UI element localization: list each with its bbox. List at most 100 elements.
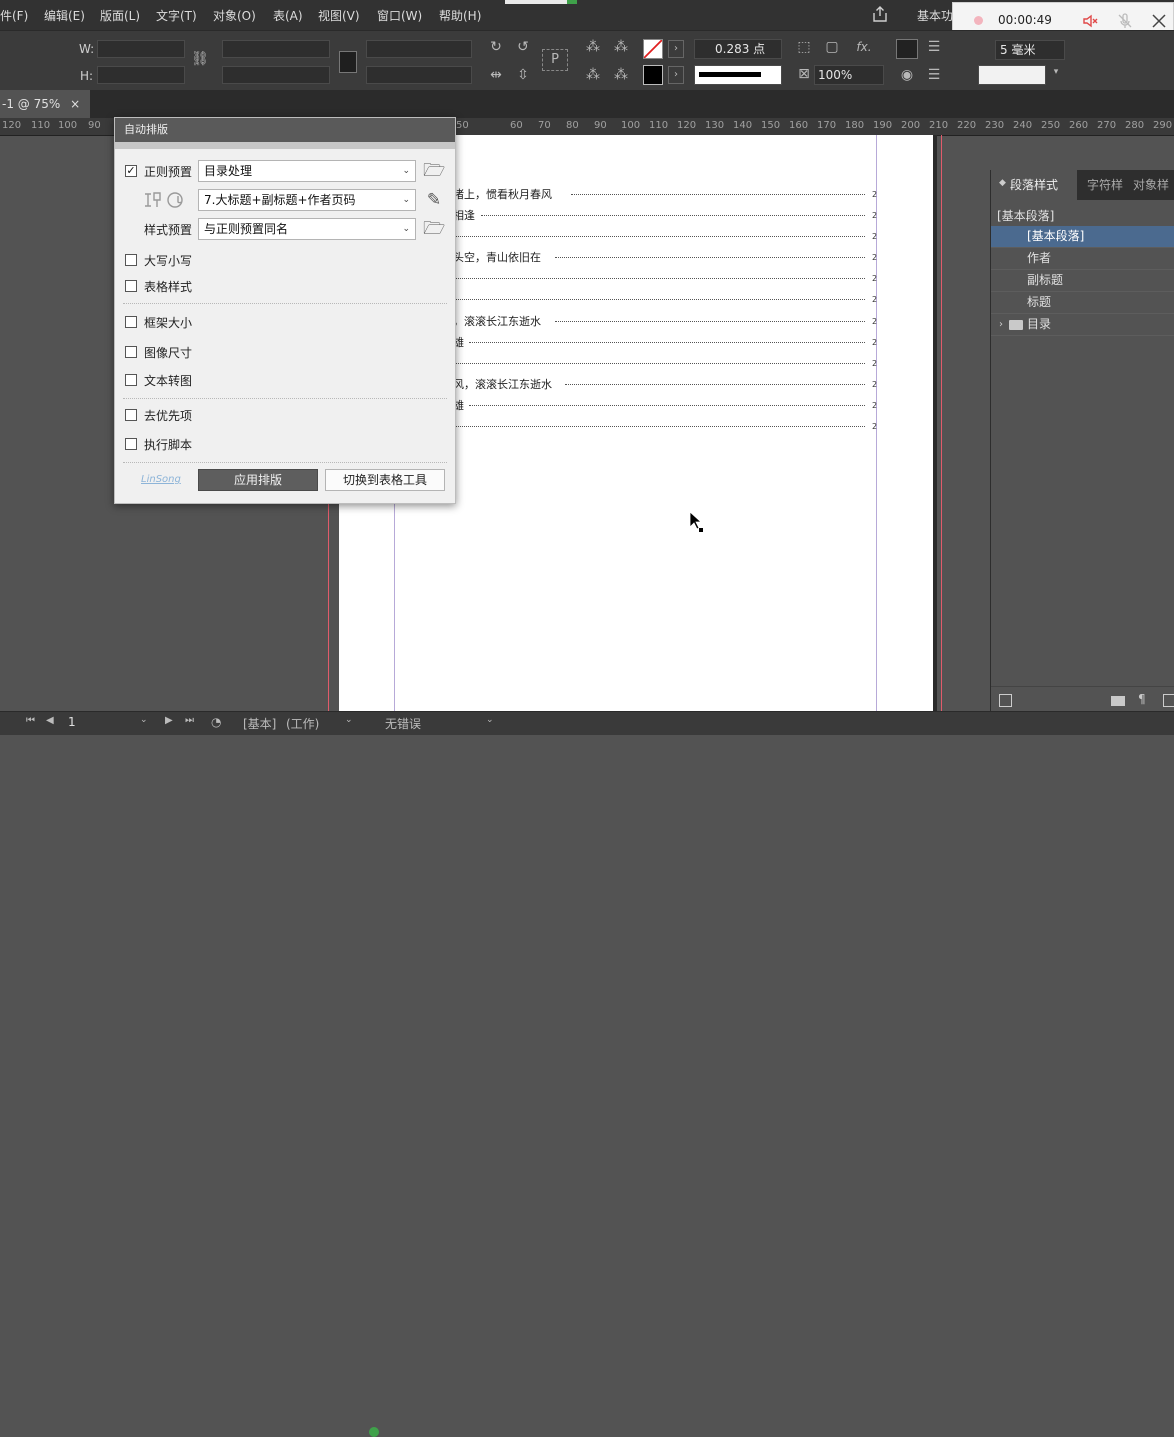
menu-layout[interactable]: 版面(L) — [100, 7, 140, 24]
style-item-title[interactable]: 标题 — [991, 292, 1174, 314]
option-checkbox[interactable] — [125, 346, 137, 358]
open-page-icon[interactable]: ◔ — [211, 715, 221, 729]
menu-window[interactable]: 窗口(W) — [377, 7, 422, 24]
page-number-field[interactable]: 1 — [68, 715, 76, 729]
edit-icon[interactable]: ✎ — [423, 189, 445, 211]
text-wrap-shape-icon[interactable]: ◉ — [896, 67, 918, 83]
tab-character-styles[interactable]: 字符样 — [1087, 170, 1123, 200]
option-label: 图像尺寸 — [144, 346, 193, 360]
previous-page-icon[interactable]: ◀ — [46, 715, 54, 726]
shear-field[interactable] — [366, 66, 472, 84]
next-page-icon[interactable]: ▶ — [165, 715, 173, 726]
tab-paragraph-styles[interactable]: ◆ 段落样式 — [991, 170, 1077, 200]
tab-close-icon[interactable]: × — [70, 97, 80, 111]
chevron-right-icon[interactable]: › — [999, 314, 1003, 335]
preflight-status[interactable]: 无错误 — [385, 715, 421, 732]
opacity-field[interactable]: 100% — [814, 65, 884, 85]
first-page-icon[interactable]: ⏮ — [26, 715, 35, 726]
gap-field[interactable]: 5 毫米 — [995, 40, 1065, 60]
link-scale-icon[interactable] — [339, 51, 357, 73]
replace-preset-select[interactable]: 7.大标题+副标题+作者页码 ⌄ — [198, 189, 416, 211]
menu-table[interactable]: 表(A) — [273, 7, 303, 24]
option-checkbox[interactable] — [125, 374, 137, 386]
select-parent-icon[interactable]: ⁂ — [610, 67, 632, 83]
panel-title[interactable]: 自动排版 — [115, 118, 455, 142]
new-group-icon[interactable] — [1111, 696, 1125, 706]
style-item-label: 作者 — [1027, 251, 1052, 265]
style-preset-select[interactable]: 与正则预置同名 ⌄ — [198, 218, 416, 240]
fill-menu-icon[interactable]: › — [668, 40, 684, 58]
option-checkbox[interactable] — [125, 280, 137, 292]
option-checkbox[interactable] — [125, 438, 137, 450]
drop-shadow-icon[interactable]: ▢ — [822, 39, 842, 55]
load-styles-icon[interactable] — [999, 694, 1012, 707]
new-style-icon[interactable] — [1163, 694, 1174, 707]
open-folder-icon[interactable]: 🗁 — [423, 218, 445, 240]
select-content-icon[interactable]: ⁂ — [582, 39, 604, 55]
share-icon[interactable] — [871, 5, 889, 23]
switch-to-table-tool-button[interactable]: 切换到表格工具 — [325, 469, 445, 491]
option-checkbox[interactable] — [125, 316, 137, 328]
regex-preset-checkbox[interactable]: ✓ — [125, 165, 137, 177]
apply-layout-button[interactable]: 应用排版 — [198, 469, 318, 491]
effects-icon[interactable]: fx. — [853, 40, 875, 54]
rotate-ccw-icon[interactable]: ↺ — [512, 39, 534, 55]
style-item-subtitle[interactable]: 副标题 — [991, 270, 1174, 292]
current-style-label: [基本段落] — [997, 209, 1055, 223]
select-previous-icon[interactable]: ⁂ — [582, 67, 604, 83]
constrain-proportions-icon[interactable]: ⛓ — [190, 51, 210, 67]
object-style-select[interactable] — [978, 65, 1046, 85]
close-icon[interactable] — [1150, 12, 1168, 30]
rotation-field[interactable] — [366, 40, 472, 58]
height-field[interactable] — [97, 66, 185, 84]
opacity-icon[interactable]: ⊠ — [794, 66, 814, 82]
stroke-type-select[interactable] — [694, 65, 782, 85]
style-item-basic[interactable]: [基本段落] — [991, 226, 1174, 248]
text-wrap-bbox-icon[interactable]: ☰ — [923, 39, 945, 55]
style-group-toc[interactable]: › 目录 — [991, 314, 1174, 336]
toc-leader — [469, 342, 865, 343]
style-item-author[interactable]: 作者 — [991, 248, 1174, 270]
scale-x-field[interactable] — [222, 40, 330, 58]
workspace-switcher[interactable]: 基本功 — [917, 7, 953, 24]
clear-overrides-icon[interactable]: ¶ — [1138, 692, 1146, 706]
regex-preset-select[interactable]: 目录处理 ⌄ — [198, 160, 416, 182]
scale-y-field[interactable] — [222, 66, 330, 84]
ruler-label: 280 — [1125, 120, 1145, 131]
last-page-icon[interactable]: ⏭ — [185, 715, 194, 726]
stroke-black-swatch[interactable] — [643, 65, 663, 85]
object-style-dropdown-icon[interactable]: ▾ — [1048, 67, 1064, 77]
tab-object-styles[interactable]: 对象样 — [1133, 170, 1169, 200]
option-checkbox[interactable] — [125, 409, 137, 421]
stroke-weight-field[interactable]: 0.283 点 — [694, 39, 782, 59]
fill-none-swatch[interactable] — [643, 39, 663, 59]
preflight-dropdown-icon[interactable]: ⌄ — [486, 715, 494, 725]
rotate-cw-icon[interactable]: ↻ — [485, 39, 507, 55]
option-checkbox[interactable] — [125, 254, 137, 266]
menu-type[interactable]: 文字(T) — [156, 7, 197, 24]
ruler-label: 200 — [901, 120, 921, 131]
flip-vertical-icon[interactable]: ⇳ — [512, 67, 534, 83]
menu-help[interactable]: 帮助(H) — [439, 7, 481, 24]
frame-fitting-icon[interactable]: ⬚ — [794, 39, 814, 55]
microphone-muted-icon[interactable] — [1116, 12, 1134, 30]
page-dropdown-icon[interactable]: ⌄ — [140, 715, 148, 725]
text-wrap-none-icon[interactable] — [896, 39, 918, 59]
select-container-icon[interactable]: P — [542, 49, 568, 71]
width-field[interactable] — [97, 40, 185, 58]
flip-horizontal-icon[interactable]: ⇹ — [485, 67, 507, 83]
select-next-icon[interactable]: ⁂ — [610, 39, 632, 55]
menu-file[interactable]: 件(F) — [0, 7, 28, 24]
mode-dropdown-icon[interactable]: ⌄ — [345, 715, 353, 725]
open-folder-icon[interactable]: 🗁 — [423, 160, 445, 182]
height-label: H: — [80, 69, 94, 83]
menu-view[interactable]: 视图(V) — [318, 7, 360, 24]
stroke-menu-icon[interactable]: › — [668, 66, 684, 84]
menu-edit[interactable]: 编辑(E) — [44, 7, 85, 24]
author-link[interactable]: LinSong — [141, 474, 181, 485]
text-wrap-jump-icon[interactable]: ☰ — [923, 67, 945, 83]
document-tab[interactable]: -1 @ 75% × — [0, 90, 90, 118]
menu-object[interactable]: 对象(O) — [213, 7, 256, 24]
replace-mode-icon[interactable] — [143, 190, 185, 214]
speaker-muted-icon[interactable] — [1081, 12, 1099, 30]
